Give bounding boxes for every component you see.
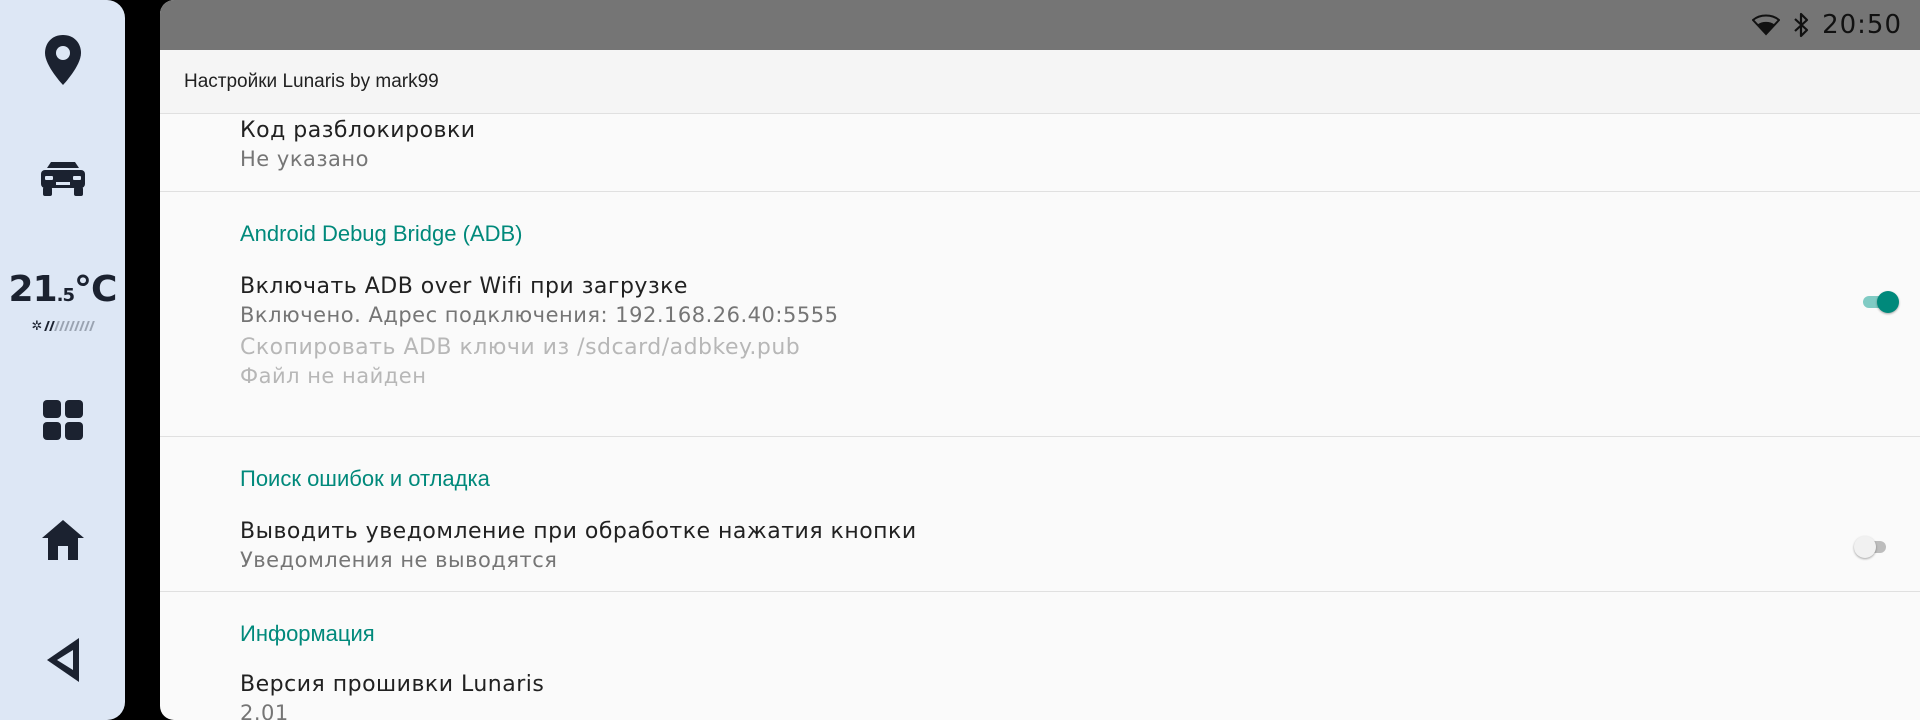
side-dock: 21.5°C ✲ xyxy=(0,0,125,720)
vehicle-button[interactable] xyxy=(0,150,125,210)
app-bar: Настройки Lunaris by mark99 xyxy=(160,50,1920,114)
car-icon xyxy=(40,162,85,196)
back-button[interactable] xyxy=(0,630,125,690)
back-icon xyxy=(46,638,79,682)
switch-thumb xyxy=(1854,536,1876,558)
page-title: Настройки Lunaris by mark99 xyxy=(184,70,439,92)
bluetooth-icon xyxy=(1794,12,1809,38)
category-adb: Android Debug Bridge (ADB) xyxy=(240,221,523,246)
pref-button-notify[interactable]: Выводить уведомление при обработке нажат… xyxy=(240,519,917,572)
category-debug: Поиск ошибок и отладка xyxy=(240,466,490,491)
climate-widget[interactable]: 21.5°C ✲ xyxy=(0,270,125,334)
location-pin-icon xyxy=(44,35,81,85)
wifi-icon xyxy=(1752,14,1781,36)
clock: 20:50 xyxy=(1822,10,1902,40)
pref-adb-keys: Скопировать ADB ключи из /sdcard/adbkey.… xyxy=(240,335,801,388)
apps-grid-icon xyxy=(42,400,83,440)
fan-level-bars xyxy=(44,321,96,331)
switch-thumb xyxy=(1877,291,1899,313)
fan-icon: ✲ xyxy=(31,318,43,333)
temperature-readout: 21.5°C xyxy=(8,269,118,310)
adb-wifi-switch[interactable] xyxy=(1863,291,1899,313)
fan-bar xyxy=(89,321,96,331)
home-icon xyxy=(41,520,84,560)
button-notify-switch[interactable] xyxy=(1854,536,1892,558)
pref-adb-wifi[interactable]: Включать ADB over Wifi при загрузке Вклю… xyxy=(240,274,838,327)
category-info: Информация xyxy=(240,621,375,646)
apps-button[interactable] xyxy=(0,390,125,450)
pref-unlock-code[interactable]: Код разблокировки Не указано xyxy=(240,118,476,171)
navigation-button[interactable] xyxy=(0,30,125,90)
settings-panel: 20:50 Настройки Lunaris by mark99 Код ра… xyxy=(160,0,1920,720)
status-bar: 20:50 xyxy=(160,0,1920,50)
divider xyxy=(160,436,1920,437)
home-button[interactable] xyxy=(0,510,125,570)
divider xyxy=(160,191,1920,192)
divider xyxy=(160,591,1920,592)
pref-firmware-version[interactable]: Версия прошивки Lunaris 2.01 xyxy=(240,672,544,720)
fan-level: ✲ xyxy=(0,318,125,334)
